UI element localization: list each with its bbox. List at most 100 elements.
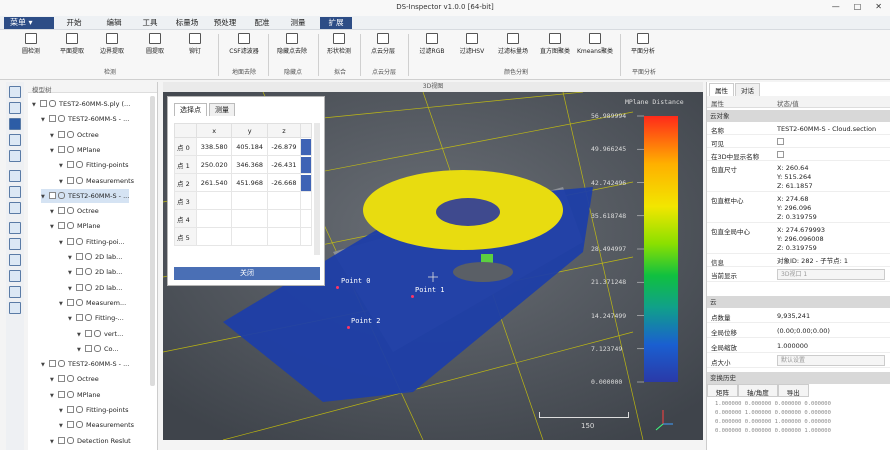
tree-node[interactable]: ▼ Co... [77,342,119,356]
color-swatch[interactable] [301,174,311,191]
tab-preprocess[interactable]: 预处理 [208,17,242,29]
rivet-button[interactable]: 铆钉 [182,32,208,60]
tree-node[interactable]: ▼ TEST2-60MM-S - ... [41,188,130,204]
tree-node[interactable]: ▼ Measurem... [59,296,126,310]
tree-node[interactable]: ▼ Detection Reslut [50,434,131,448]
tab-measure-panel[interactable]: 测量 [209,103,235,116]
shape-detect-button[interactable]: 形状检测 [322,32,356,60]
iso-view-5-icon[interactable] [9,286,21,298]
visibility-checkbox[interactable] [58,145,65,153]
visibility-checkbox[interactable] [85,344,92,352]
left-view-icon[interactable] [9,202,21,214]
visibility-checkbox[interactable] [76,314,83,322]
filter-hsv-button[interactable]: 过滤HSV [456,32,488,60]
visibility-checkbox[interactable] [58,130,65,138]
expand-toggle-icon[interactable]: ▼ [59,236,67,250]
color-swatch[interactable] [301,138,311,155]
expand-toggle-icon[interactable]: ▼ [59,297,67,311]
tab-scalar-field[interactable]: 标量场 [170,17,204,29]
table-row[interactable]: 点 0 338.580 405.184 -26.879 [174,137,312,156]
tab-select-points[interactable]: 选择点 [174,103,207,116]
tab-axis-angle[interactable]: 轴/角度 [738,384,778,397]
expand-toggle-icon[interactable]: ▼ [77,328,85,342]
tab-start[interactable]: 开始 [60,17,88,29]
table-row[interactable]: 点 3 [174,191,312,210]
visibility-checkbox[interactable] [49,360,56,368]
tree-node[interactable]: ▼ Measurements [59,174,134,188]
iso-view-3-icon[interactable] [9,254,21,266]
visibility-checkbox[interactable] [49,115,56,123]
csf-filter-button[interactable]: CSF滤波器 [224,32,264,60]
expand-toggle-icon[interactable]: ▼ [68,251,76,265]
visibility-checkbox[interactable] [40,100,47,107]
search-icon[interactable] [9,150,21,162]
iso-view-4-icon[interactable] [9,270,21,282]
tree-node[interactable]: ▼ Fitting-points [59,158,129,172]
pick-point-icon[interactable] [9,118,21,130]
visibility-checkbox[interactable] [67,176,74,184]
tab-properties[interactable]: 属性 [709,83,734,96]
top-view-icon[interactable] [9,186,21,198]
tree-node[interactable]: ▼ TEST2-60MM-S.ply (... [32,97,130,111]
close-button[interactable]: 关闭 [174,267,320,280]
expand-toggle-icon[interactable]: ▼ [50,144,58,158]
expand-toggle-icon[interactable]: ▼ [50,373,58,387]
visibility-checkbox[interactable] [76,268,83,276]
boundary-extract-button[interactable]: 边界提取 [96,32,128,60]
hidden-point-removal-button[interactable]: 隐藏点去除 [270,32,314,60]
tab-edit[interactable]: 编辑 [100,17,128,29]
point-size-select[interactable]: 默认设置 [777,355,885,366]
expand-toggle-icon[interactable]: ▼ [41,358,49,372]
tab-matrix[interactable]: 矩阵 [707,384,738,397]
app-menu-button[interactable]: 菜单 ▾ [4,17,54,29]
tree-node[interactable]: ▼ 2D lab... [68,281,122,295]
tab-extend[interactable]: 扩展 [320,17,352,29]
visibility-checkbox[interactable] [67,298,74,306]
circle-detect-button[interactable]: 圆检测 [16,32,46,60]
tree-node[interactable]: ▼ TEST2-60MM-S - ... [41,112,129,126]
close-window-button[interactable]: ✕ [875,2,882,11]
expand-toggle-icon[interactable]: ▼ [41,113,49,127]
visibility-checkbox[interactable] [76,283,83,291]
expand-toggle-icon[interactable]: ▼ [32,98,40,112]
visibility-checkbox[interactable] [67,421,74,429]
visibility-checkbox[interactable] [85,329,92,337]
expand-toggle-icon[interactable]: ▼ [77,343,85,357]
zoom-icon[interactable] [9,102,21,114]
minimize-button[interactable]: — [832,2,840,11]
expand-toggle-icon[interactable]: ▼ [50,435,58,449]
plane-extract-button[interactable]: 平面提取 [56,32,88,60]
filter-scalar-button[interactable]: 过滤标量场 [494,32,532,60]
visibility-checkbox[interactable] [49,191,56,199]
visibility-checkbox[interactable] [58,390,65,398]
tree-node[interactable]: ▼ TEST2-60MM-S - ... [41,357,129,371]
visibility-checkbox[interactable] [67,161,74,169]
tab-tools[interactable]: 工具 [136,17,164,29]
tree-node[interactable]: ▼ Measurements [59,418,134,432]
expand-toggle-icon[interactable]: ▼ [68,266,76,280]
tree-node[interactable]: ▼ Octree [50,372,99,386]
tab-export[interactable]: 导出 [777,384,809,397]
filter-rgb-button[interactable]: 过滤RGB [416,32,448,60]
pick-table-scrollbar[interactable] [314,123,320,255]
expand-toggle-icon[interactable]: ▼ [59,404,67,418]
expand-toggle-icon[interactable]: ▼ [59,159,67,173]
table-row[interactable]: 点 1 250.020 346.368 -26.431 [174,155,312,174]
tree-node[interactable]: ▼ MPlane [50,388,100,402]
tab-registration[interactable]: 配准 [248,17,276,29]
tree-node[interactable]: ▼ 2D lab... [68,250,122,264]
tree-node[interactable]: ▼ Fitting-... [68,311,124,325]
tree-node[interactable]: ▼ Octree [50,204,99,218]
tree-node[interactable]: ▼ Octree [50,128,99,142]
rotate-icon[interactable] [9,134,21,146]
expand-toggle-icon[interactable]: ▼ [41,190,49,204]
expand-toggle-icon[interactable]: ▼ [50,205,58,219]
visibility-checkbox[interactable] [58,207,65,215]
expand-toggle-icon[interactable]: ▼ [68,282,76,296]
expand-toggle-icon[interactable]: ▼ [50,389,58,403]
expand-toggle-icon[interactable]: ▼ [50,220,58,234]
tab-measure[interactable]: 测量 [284,17,312,29]
tree-scrollbar[interactable] [150,96,155,386]
tree-node[interactable]: ▼ 2D lab... [68,265,122,279]
color-swatch[interactable] [301,156,311,173]
